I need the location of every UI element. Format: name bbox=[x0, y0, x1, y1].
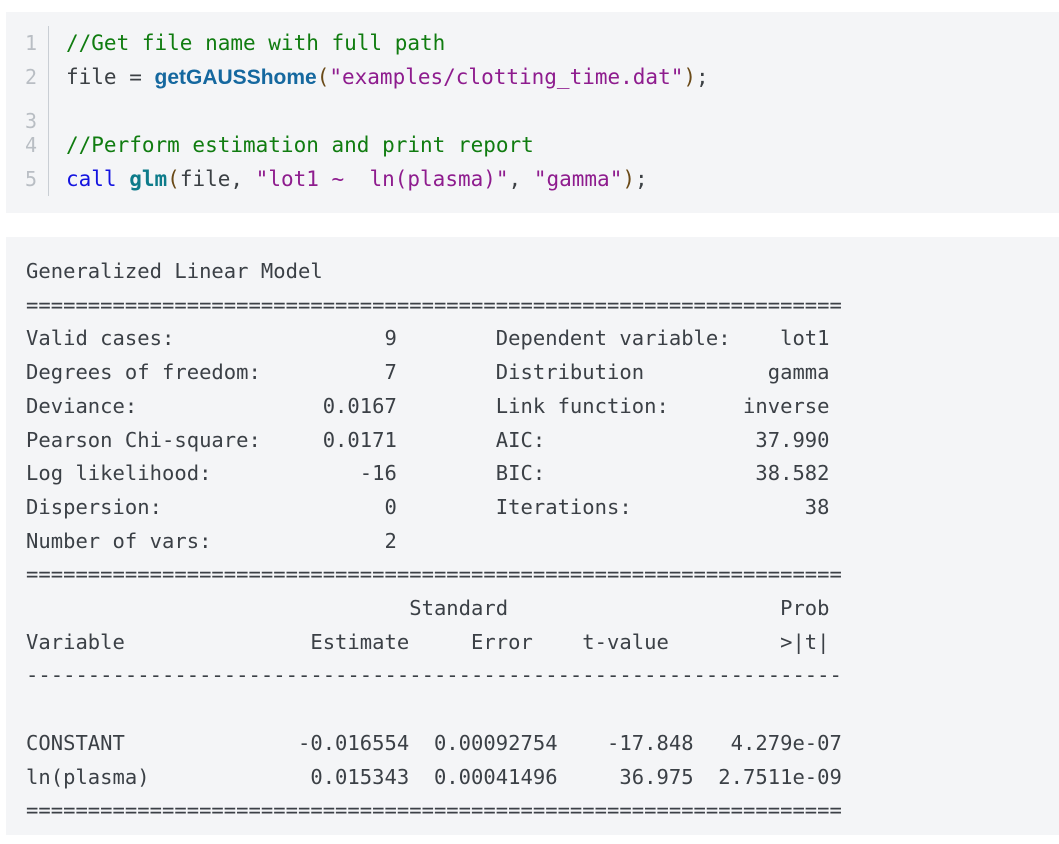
table-row: ln(plasma) 0.015343 0.00041496 36.975 2.… bbox=[26, 764, 842, 789]
coef-table-header-lower: Variable Estimate Error t-value >|t| bbox=[26, 629, 830, 654]
code-token-plain: ; bbox=[696, 65, 709, 89]
code-line: 1 //Get file name with full path bbox=[6, 26, 1059, 60]
code-token-function: getGAUSShome bbox=[154, 66, 317, 89]
summary-row: Valid cases: 9 Dependent variable: lot1 bbox=[26, 326, 830, 351]
code-line: 5 call glm(file, "lot1 ~ ln(plasma)", "g… bbox=[6, 162, 1059, 196]
output-rule-single: ----------------------------------------… bbox=[26, 663, 842, 688]
output-rule-double: ========================================… bbox=[26, 562, 842, 587]
code-token-punct: ( bbox=[316, 65, 330, 89]
summary-row: Deviance: 0.0167 Link function: inverse bbox=[26, 393, 830, 418]
code-token-plain: file = bbox=[66, 65, 155, 89]
output-blank-line bbox=[26, 693, 1059, 727]
code-line: 2 file = getGAUSShome("examples/clotting… bbox=[6, 60, 1059, 94]
summary-row: Dispersion: 0 Iterations: 38 bbox=[26, 494, 830, 519]
code-token-punct: ( bbox=[167, 167, 180, 191]
code-token-punct: ) bbox=[622, 167, 636, 191]
line-number: 5 bbox=[24, 167, 37, 191]
code-token-string: "lot1 ~ ln(plasma)" bbox=[255, 167, 509, 191]
summary-row: Pearson Chi-square: 0.0171 AIC: 37.990 bbox=[26, 427, 830, 452]
code-line-content[interactable]: //Perform estimation and print report bbox=[48, 128, 1059, 162]
summary-row: Log likelihood: -16 BIC: 38.582 bbox=[26, 461, 830, 486]
code-line: 3 bbox=[6, 94, 1059, 133]
code-token-plain: , bbox=[508, 167, 534, 191]
line-number: 4 bbox=[24, 133, 37, 157]
code-token-string: "gamma" bbox=[533, 167, 623, 191]
coef-table-header-upper: Standard Prob bbox=[26, 596, 830, 621]
code-line-content[interactable]: call glm(file, "lot1 ~ ln(plasma)", "gam… bbox=[48, 162, 1059, 196]
model-output-panel: Generalized Linear Model ===============… bbox=[6, 237, 1059, 835]
output-rule-double: ========================================… bbox=[26, 292, 842, 317]
code-line-content[interactable]: //Get file name with full path bbox=[48, 26, 1059, 60]
code-token-comment: //Perform estimation and print report bbox=[66, 133, 534, 157]
code-token-punct: ) bbox=[683, 65, 697, 89]
code-token-comment: //Get file name with full path bbox=[66, 31, 446, 55]
code-token-string: "examples/clotting_time.dat" bbox=[329, 65, 684, 89]
table-row: CONSTANT -0.016554 0.00092754 -17.848 4.… bbox=[26, 730, 842, 755]
summary-row: Number of vars: 2 bbox=[26, 528, 397, 553]
code-token-plain: file, bbox=[179, 167, 256, 191]
line-number: 2 bbox=[24, 65, 37, 89]
output-title: Generalized Linear Model bbox=[26, 259, 323, 283]
code-token-keyword: call bbox=[66, 167, 130, 191]
summary-row: Degrees of freedom: 7 Distribution gamma bbox=[26, 360, 830, 385]
code-line: 4 //Perform estimation and print report bbox=[6, 128, 1059, 162]
code-line-content[interactable]: file = getGAUSShome("examples/clotting_t… bbox=[48, 60, 1059, 94]
code-example-panel: 1 //Get file name with full path 2 file … bbox=[6, 12, 1059, 213]
code-token-function: glm bbox=[129, 167, 168, 191]
code-line-content[interactable] bbox=[48, 94, 1059, 128]
code-token-plain: ; bbox=[635, 167, 648, 191]
line-number: 1 bbox=[24, 31, 37, 55]
output-rule-double: ========================================… bbox=[26, 798, 842, 823]
